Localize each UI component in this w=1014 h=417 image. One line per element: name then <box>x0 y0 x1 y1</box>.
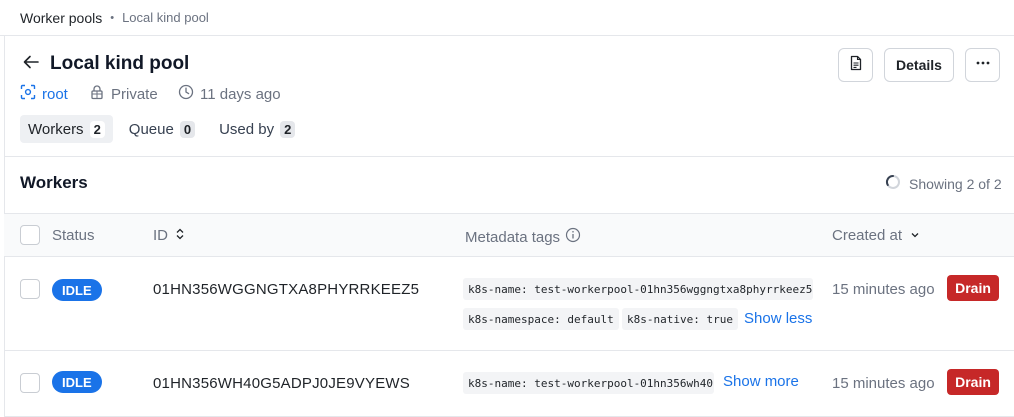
tab-count: 0 <box>179 120 196 138</box>
more-icon <box>975 55 991 75</box>
header-divider <box>4 156 1014 157</box>
space-icon <box>20 84 42 104</box>
sort-icon[interactable] <box>175 227 185 244</box>
show-more-link[interactable]: Show more <box>723 373 799 390</box>
column-label: Created at <box>832 227 903 244</box>
table-header: Status ID Metadata tags Created at <box>4 213 1014 257</box>
created-at: 15 minutes ago <box>832 375 935 392</box>
showing-status: Showing 2 of 2 <box>885 174 1002 193</box>
worker-id: 01HN356WH40G5ADPJ0JE9VYEWS <box>153 375 410 392</box>
status-badge: IDLE <box>52 371 102 393</box>
breadcrumb-separator: • <box>110 11 115 24</box>
row-checkbox[interactable] <box>20 279 40 299</box>
column-created-at[interactable]: Created at <box>832 227 920 244</box>
tab-workers[interactable]: Workers 2 <box>20 115 113 143</box>
showing-label: Showing 2 of 2 <box>909 175 1002 192</box>
table-row: IDLE 01HN356WGGNGTXA8PHYRRKEEZ5 k8s-name… <box>4 257 1014 351</box>
documentation-button[interactable] <box>838 48 873 82</box>
tab-bar: Workers 2 Queue 0 Used by 2 <box>20 115 311 143</box>
worker-id: 01HN356WGGNGTXA8PHYRRKEEZ5 <box>153 281 420 298</box>
space-name: root <box>42 85 68 103</box>
visibility: Private <box>89 84 158 104</box>
tab-label: Workers <box>28 120 84 138</box>
created-at: 15 minutes ago <box>832 281 935 298</box>
drain-button[interactable]: Drain <box>947 369 999 395</box>
section-title: Workers <box>20 173 88 192</box>
column-metadata-tags: Metadata tags <box>465 227 581 247</box>
breadcrumb-current: Local kind pool <box>122 10 209 25</box>
metadata-tag: k8s-native: true <box>622 308 738 330</box>
table-row: IDLE 01HN356WH40G5ADPJ0JE9VYEWS k8s-name… <box>4 351 1014 417</box>
tab-queue[interactable]: Queue 0 <box>121 115 203 143</box>
sort-down-icon[interactable] <box>910 227 920 244</box>
spinner-icon <box>885 174 909 193</box>
visibility-label: Private <box>111 85 158 103</box>
breadcrumb-parent[interactable]: Worker pools <box>20 10 102 26</box>
metadata-tag: k8s-namespace: default <box>463 308 619 330</box>
drain-button[interactable]: Drain <box>947 275 999 301</box>
tab-label: Used by <box>219 120 275 138</box>
document-icon <box>848 55 864 75</box>
column-id[interactable]: ID <box>153 227 185 244</box>
breadcrumb: Worker pools • Local kind pool <box>0 0 1014 36</box>
lock-icon <box>89 84 111 104</box>
space-link[interactable]: root <box>20 84 68 104</box>
created-time-label: 11 days ago <box>200 85 281 103</box>
tab-label: Queue <box>128 120 174 138</box>
column-label: ID <box>153 227 168 244</box>
page-title: Local kind pool <box>50 53 190 74</box>
clock-icon <box>178 84 200 104</box>
tab-count: 2 <box>89 120 105 138</box>
created-time: 11 days ago <box>178 84 281 104</box>
metadata-tag: k8s-name: test-workerpool-01hn356wggngtx… <box>463 278 813 300</box>
select-all-checkbox[interactable] <box>20 225 40 245</box>
column-label: Status <box>52 227 95 244</box>
status-badge: IDLE <box>52 279 102 301</box>
more-options-button[interactable] <box>965 48 1000 82</box>
info-icon[interactable] <box>565 227 581 247</box>
arrow-left-icon[interactable] <box>21 52 41 72</box>
show-less-link[interactable]: Show less <box>744 310 812 327</box>
details-button[interactable]: Details <box>884 48 954 82</box>
tab-count: 2 <box>280 120 296 138</box>
row-checkbox[interactable] <box>20 373 40 393</box>
tab-used-by[interactable]: Used by 2 <box>211 115 303 143</box>
column-label: Metadata tags <box>465 228 561 246</box>
metadata-tag: k8s-name: test-workerpool-01hn356wh40 <box>463 372 714 394</box>
column-status: Status <box>52 227 95 244</box>
